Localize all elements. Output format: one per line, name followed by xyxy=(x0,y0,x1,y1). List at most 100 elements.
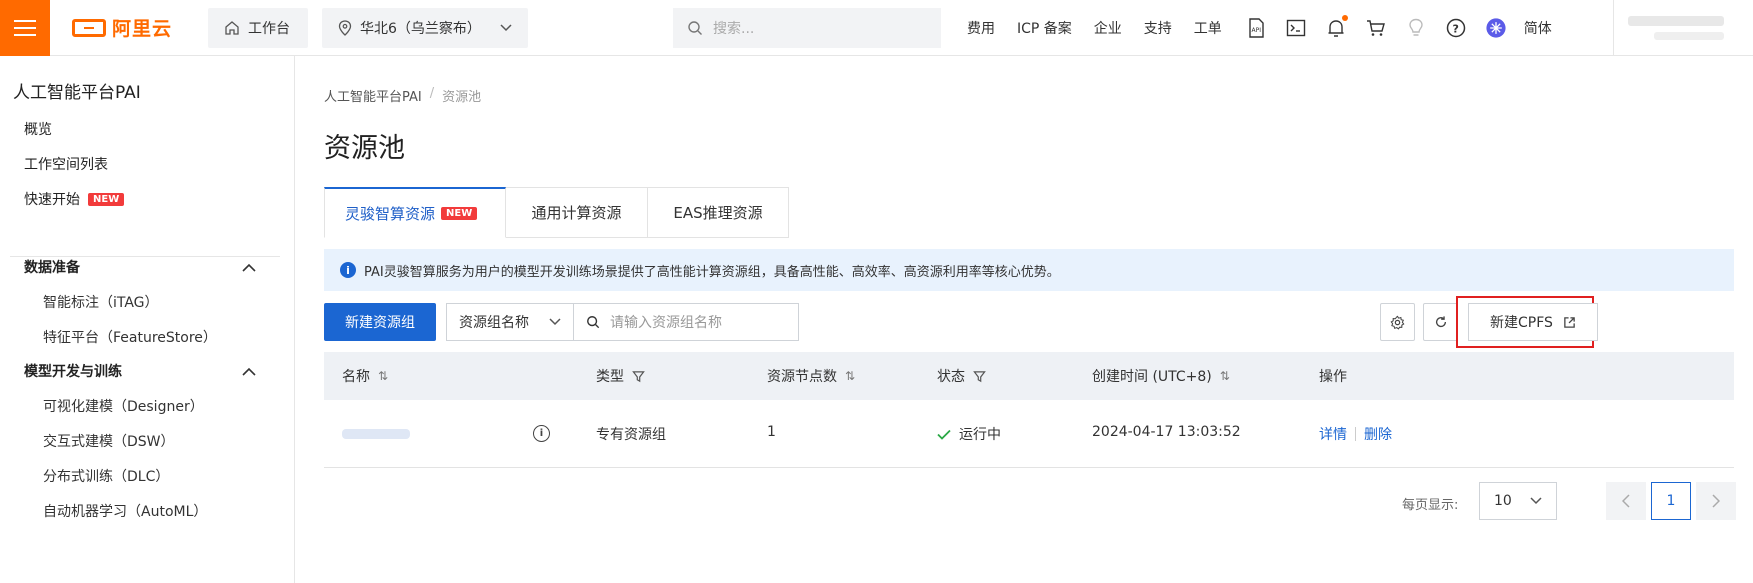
column-status[interactable]: 状态 xyxy=(937,366,986,386)
breadcrumb-pai[interactable]: 人工智能平台PAI xyxy=(324,86,422,105)
tab-lingjun[interactable]: 灵骏智算资源 NEW xyxy=(324,187,506,238)
language-switch[interactable]: 简体 xyxy=(1524,18,1552,38)
column-nodes[interactable]: 资源节点数 ⇅ xyxy=(767,366,855,386)
chevron-down-icon xyxy=(549,318,561,326)
link-support[interactable]: 支持 xyxy=(1144,18,1172,38)
terminal-icon[interactable] xyxy=(1286,18,1306,38)
logo-icon xyxy=(72,18,106,37)
help-icon[interactable]: ? xyxy=(1446,18,1466,38)
main-content: 人工智能平台PAI / 资源池 资源池 灵骏智算资源 NEW 通用计算资源 EA… xyxy=(296,56,1753,583)
sidebar-item-workspaces[interactable]: 工作空间列表 xyxy=(24,154,108,174)
refresh-button[interactable] xyxy=(1423,303,1458,341)
chevron-down-icon xyxy=(1530,497,1542,505)
sidebar-item-label: 工作空间列表 xyxy=(24,157,108,173)
sidebar-item-dsw[interactable]: 交互式建模（DSW） xyxy=(43,431,175,451)
menu-icon[interactable] xyxy=(0,0,50,56)
account-menu[interactable] xyxy=(1613,0,1753,56)
new-resource-group-button[interactable]: 新建资源组 xyxy=(324,303,436,341)
search-icon xyxy=(688,20,702,35)
bulb-icon[interactable] xyxy=(1406,18,1426,38)
resource-group-name-blurred[interactable] xyxy=(342,429,410,439)
page-number-button[interactable]: 1 xyxy=(1651,482,1691,520)
tab-general-compute[interactable]: 通用计算资源 xyxy=(506,187,648,238)
breadcrumb-separator: / xyxy=(429,86,435,101)
new-cpfs-button[interactable]: 新建CPFS xyxy=(1468,303,1598,341)
refresh-icon xyxy=(1435,316,1446,328)
column-created[interactable]: 创建时间 (UTC+8) ⇅ xyxy=(1092,366,1230,386)
sidebar-item-overview[interactable]: 概览 xyxy=(24,119,52,139)
chevron-up-icon xyxy=(242,263,256,272)
sidebar: 人工智能平台PAI 概览 工作空间列表 快速开始 NEW 数据准备 智能标注（iT… xyxy=(0,56,295,583)
tab-label: 灵骏智算资源 xyxy=(345,204,436,223)
link-icp[interactable]: ICP 备案 xyxy=(1017,18,1072,38)
sidebar-section-model-dev[interactable]: 模型开发与训练 xyxy=(24,361,256,381)
cell-nodes: 1 xyxy=(767,424,776,440)
sort-icon[interactable]: ⇅ xyxy=(845,369,855,383)
next-page-button[interactable] xyxy=(1696,482,1736,520)
settings-button[interactable] xyxy=(1380,303,1415,341)
new-cpfs-label: 新建CPFS xyxy=(1490,315,1553,331)
column-name[interactable]: 名称 ⇅ xyxy=(342,366,388,386)
filter-icon[interactable] xyxy=(632,370,645,383)
resource-group-table: 名称 ⇅ 类型 资源节点数 ⇅ 状态 创建时间 (UTC+8) ⇅ 操作 i 专有资源… xyxy=(324,352,1734,468)
global-search-input[interactable]: 搜索... xyxy=(673,7,941,48)
info-icon[interactable]: i xyxy=(533,425,550,442)
region-selector[interactable]: 华北6（乌兰察布） xyxy=(322,7,528,48)
sort-icon[interactable]: ⇅ xyxy=(378,369,388,383)
status-text: 运行中 xyxy=(959,427,1001,443)
search-placeholder: 请输入资源组名称 xyxy=(610,315,722,331)
cell-status: 运行中 xyxy=(937,424,1001,444)
sidebar-item-featurestore[interactable]: 特征平台（FeatureStore） xyxy=(43,327,217,347)
sort-icon[interactable]: ⇅ xyxy=(1220,369,1230,383)
link-ticket[interactable]: 工单 xyxy=(1194,18,1222,38)
detail-link[interactable]: 详情 xyxy=(1319,424,1347,444)
region-label: 华北6（乌兰察布） xyxy=(360,20,481,37)
sidebar-item-label: 概览 xyxy=(24,122,52,138)
filter-field-select[interactable]: 资源组名称 xyxy=(446,303,574,341)
delete-link[interactable]: 删除 xyxy=(1364,424,1392,444)
sidebar-item-label: 快速开始 xyxy=(24,192,80,208)
sidebar-item-designer[interactable]: 可视化建模（Designer） xyxy=(43,396,204,416)
workbench-button[interactable]: 工作台 xyxy=(208,7,308,48)
tab-eas[interactable]: EAS推理资源 xyxy=(648,187,789,238)
new-badge: NEW xyxy=(441,206,478,220)
cart-icon[interactable] xyxy=(1366,18,1386,38)
aliyun-logo[interactable]: 阿里云 xyxy=(72,14,192,41)
location-pin-icon xyxy=(338,19,352,36)
account-id-blurred xyxy=(1654,32,1724,40)
column-label: 资源节点数 xyxy=(767,369,837,385)
column-label: 创建时间 (UTC+8) xyxy=(1092,369,1212,385)
bell-icon[interactable] xyxy=(1326,14,1348,38)
column-label: 操作 xyxy=(1319,369,1347,385)
sidebar-section-data-prep[interactable]: 数据准备 xyxy=(24,257,256,277)
sidebar-item-quickstart[interactable]: 快速开始 NEW xyxy=(24,189,125,209)
column-label: 类型 xyxy=(596,369,624,385)
api-icon[interactable]: API xyxy=(1246,17,1266,38)
top-links: 费用 ICP 备案 企业 支持 工单 xyxy=(967,18,1222,38)
svg-text:API: API xyxy=(1251,27,1261,34)
cell-actions: 详情 删除 xyxy=(1319,424,1392,444)
link-billing[interactable]: 费用 xyxy=(967,18,995,38)
new-badge: NEW xyxy=(88,192,125,206)
column-type[interactable]: 类型 xyxy=(596,366,645,386)
column-label: 名称 xyxy=(342,369,370,385)
resource-group-search-input[interactable]: 请输入资源组名称 xyxy=(573,303,799,341)
cell-type: 专有资源组 xyxy=(596,427,666,443)
column-label: 状态 xyxy=(937,369,965,385)
sidebar-item-automl[interactable]: 自动机器学习（AutoML） xyxy=(43,501,207,521)
page-size-select[interactable]: 10 xyxy=(1479,482,1557,520)
chevron-right-icon xyxy=(1712,494,1720,508)
chevron-left-icon xyxy=(1622,494,1630,508)
action-separator xyxy=(1355,427,1356,441)
page-title: 资源池 xyxy=(324,133,405,164)
sidebar-item-itag[interactable]: 智能标注（iTAG） xyxy=(43,292,159,312)
section-label: 数据准备 xyxy=(24,260,80,276)
top-navigation-bar: 阿里云 工作台 华北6（乌兰察布） 搜索... 费用 ICP 备案 企业 支持 … xyxy=(0,0,1753,56)
sidebar-item-dlc[interactable]: 分布式训练（DLC） xyxy=(43,466,169,486)
filter-icon[interactable] xyxy=(973,370,986,383)
chevron-down-icon xyxy=(500,23,512,31)
avatar-icon[interactable] xyxy=(1486,17,1506,38)
link-enterprise[interactable]: 企业 xyxy=(1094,18,1122,38)
home-icon xyxy=(225,20,239,35)
prev-page-button[interactable] xyxy=(1606,482,1646,520)
